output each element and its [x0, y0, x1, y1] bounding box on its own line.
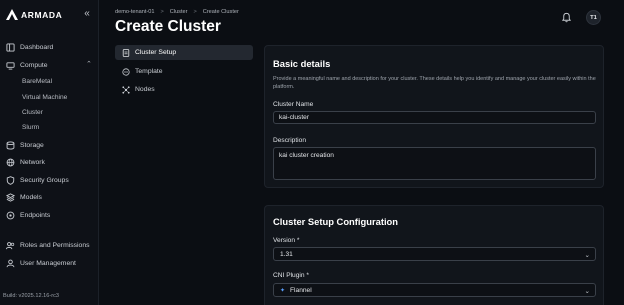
compute-icon: [6, 62, 15, 70]
sidebar-item-label: Security Groups: [20, 177, 69, 184]
cni-plugin-select[interactable]: ✦ Flannel ⌄: [273, 283, 596, 297]
sidebar-item-label: Roles and Permissions: [20, 242, 90, 249]
basic-details-description: Provide a meaningful name and descriptio…: [273, 76, 596, 90]
template-icon: [122, 67, 130, 76]
sidebar-item-label: Storage: [20, 142, 44, 149]
armada-logo-icon: [6, 9, 18, 20]
sidebar-item-endpoints[interactable]: Endpoints: [6, 211, 50, 220]
step-label: Cluster Setup: [135, 49, 177, 56]
sidebar-item-models[interactable]: Models: [6, 193, 42, 202]
collapse-sidebar-icon[interactable]: «: [82, 9, 92, 19]
cni-selected-option: ✦ Flannel: [280, 287, 312, 294]
breadcrumb-item-cluster[interactable]: Cluster: [170, 9, 188, 15]
storage-icon: [6, 141, 15, 150]
step-label: Nodes: [135, 86, 155, 93]
cluster-setup-configuration-card: Cluster Setup Configuration Version * 1.…: [264, 205, 604, 305]
brand-name: ARMADA: [21, 9, 63, 20]
basic-details-title: Basic details: [273, 58, 331, 69]
notifications-button[interactable]: [558, 9, 574, 25]
document-icon: [122, 48, 130, 57]
chevron-down-icon: ⌄: [584, 252, 590, 259]
breadcrumb-separator-icon: >: [193, 9, 197, 15]
sidebar-item-dashboard[interactable]: Dashboard: [6, 43, 53, 52]
cni-plugin-label: CNI Plugin *: [273, 272, 309, 279]
dashboard-icon: [6, 43, 15, 52]
shield-icon: [6, 176, 15, 185]
roles-icon: [6, 242, 15, 250]
brand-logo[interactable]: ARMADA: [6, 9, 62, 20]
setup-config-title: Cluster Setup Configuration: [273, 216, 398, 227]
sidebar-item-network[interactable]: Network: [6, 158, 45, 167]
avatar[interactable]: T1: [586, 10, 601, 25]
sidebar-subitem-baremetal[interactable]: BareMetal: [22, 78, 52, 85]
chevron-up-icon[interactable]: ⌃: [86, 60, 92, 68]
sidebar: ARMADA « Dashboard Compute ⌃ BareMetal V…: [0, 0, 99, 305]
sidebar-item-label: Models: [20, 194, 42, 201]
sidebar-subitem-cluster[interactable]: Cluster: [22, 109, 43, 116]
cni-selected-value: Flannel: [290, 286, 312, 294]
breadcrumb-separator-icon: >: [160, 9, 164, 15]
sidebar-item-label: Compute: [20, 62, 48, 69]
sidebar-item-user-management[interactable]: User Management: [6, 259, 76, 268]
nodes-icon: [122, 85, 130, 94]
sidebar-item-label: Endpoints: [20, 212, 51, 219]
sidebar-item-label: User Management: [20, 260, 76, 267]
version-selected-value: 1.31: [280, 250, 293, 258]
step-label: Template: [135, 68, 163, 75]
description-textarea[interactable]: kai cluster creation: [273, 147, 596, 180]
step-cluster-setup[interactable]: Cluster Setup: [115, 45, 253, 60]
sidebar-item-storage[interactable]: Storage: [6, 141, 44, 150]
breadcrumb-item-current: Create Cluster: [202, 9, 239, 15]
sidebar-item-roles-and-permissions[interactable]: Roles and Permissions: [6, 241, 90, 250]
sidebar-subitem-virtual-machine[interactable]: Virtual Machine: [22, 94, 67, 101]
flannel-icon: ✦: [280, 287, 286, 294]
build-version: Build: v2025.12.16-rc3: [3, 293, 59, 299]
cluster-name-input[interactable]: [273, 111, 596, 124]
description-label: Description: [273, 137, 306, 144]
cluster-name-label: Cluster Name: [273, 101, 314, 108]
sidebar-subitem-slurm[interactable]: Slurm: [22, 124, 39, 131]
models-icon: [6, 193, 15, 202]
user-icon: [6, 259, 15, 268]
breadcrumb-item-tenant[interactable]: demo-tenant-01: [115, 9, 155, 15]
version-select[interactable]: 1.31 ⌄: [273, 247, 596, 261]
sidebar-item-security-groups[interactable]: Security Groups: [6, 176, 69, 185]
breadcrumb: demo-tenant-01 > Cluster > Create Cluste…: [115, 9, 239, 15]
endpoints-icon: [6, 211, 15, 220]
step-template[interactable]: Template: [115, 64, 253, 79]
step-nodes[interactable]: Nodes: [115, 82, 253, 97]
chevron-down-icon: ⌄: [584, 288, 590, 295]
sidebar-item-label: Network: [20, 159, 45, 166]
sidebar-item-compute[interactable]: Compute: [6, 61, 48, 70]
version-label: Version *: [273, 237, 300, 244]
bell-icon: [561, 12, 571, 22]
page-title: Create Cluster: [115, 18, 221, 35]
network-icon: [6, 158, 15, 167]
sidebar-item-label: Dashboard: [20, 44, 54, 51]
basic-details-card: Basic details Provide a meaningful name …: [264, 45, 604, 188]
